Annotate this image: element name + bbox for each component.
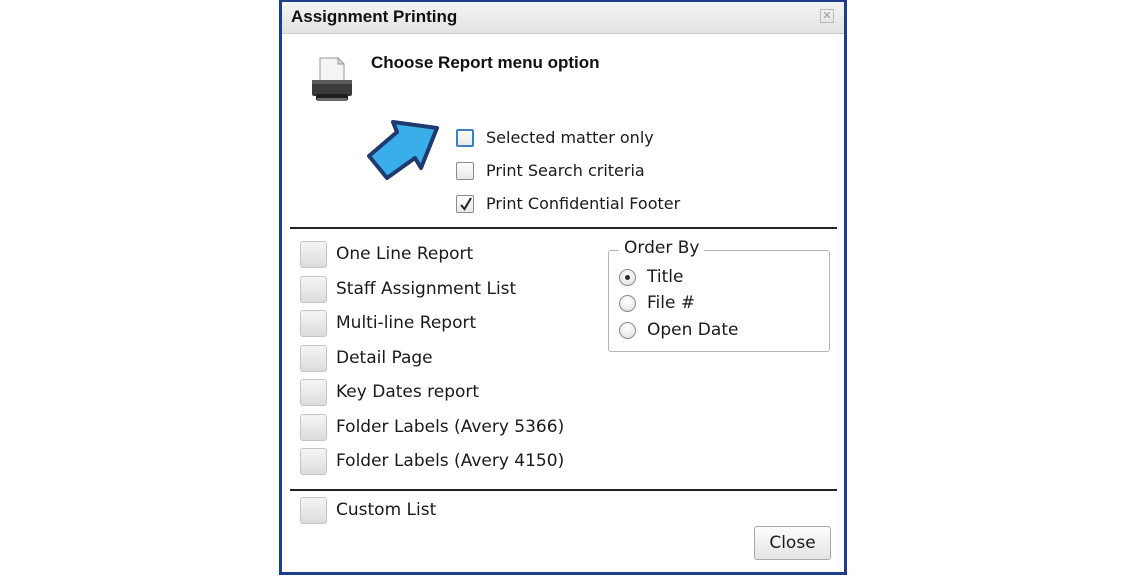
report-toggle[interactable] [300, 497, 327, 524]
divider [290, 227, 837, 229]
close-button[interactable]: Close [754, 526, 831, 560]
report-label: Multi-line Report [336, 313, 477, 333]
radio-label: Title [647, 267, 684, 287]
report-label: One Line Report [336, 244, 474, 264]
title-bar: Assignment Printing ✕ [282, 2, 844, 34]
divider [290, 489, 837, 491]
radio-button[interactable] [619, 295, 636, 312]
blue-arrow-icon [365, 118, 445, 184]
report-toggle[interactable] [300, 345, 327, 372]
report-toggle[interactable] [300, 310, 327, 337]
option-label: Print Search criteria [486, 161, 645, 180]
print-search-criteria-checkbox[interactable] [456, 162, 474, 180]
report-label: Custom List [336, 500, 437, 520]
selected-matter-checkbox[interactable] [456, 129, 474, 147]
window-title: Assignment Printing [291, 7, 458, 26]
order-by-title: Order By [619, 238, 705, 258]
close-icon[interactable]: ✕ [820, 9, 834, 23]
radio-label: Open Date [647, 320, 739, 340]
radio-button[interactable] [619, 322, 636, 339]
report-toggle[interactable] [300, 448, 327, 475]
checkmark-icon [460, 197, 472, 211]
radio-selected-dot [625, 275, 630, 280]
radio-button[interactable] [619, 269, 636, 286]
report-label: Folder Labels (Avery 4150) [336, 451, 565, 471]
report-label: Staff Assignment List [336, 279, 517, 299]
report-toggle[interactable] [300, 414, 327, 441]
report-toggle[interactable] [300, 276, 327, 303]
report-label: Key Dates report [336, 382, 480, 402]
dialog-heading: Choose Report menu option [371, 53, 600, 72]
option-label: Selected matter only [486, 128, 654, 147]
print-confidential-footer-checkbox[interactable] [456, 195, 474, 213]
report-label: Detail Page [336, 348, 433, 368]
assignment-printing-dialog: Assignment Printing ✕ Choose Report menu… [279, 0, 847, 575]
radio-label: File # [647, 293, 696, 313]
option-label: Print Confidential Footer [486, 194, 681, 213]
report-toggle[interactable] [300, 241, 327, 268]
report-toggle[interactable] [300, 379, 327, 406]
printer-icon [308, 54, 356, 108]
order-by-group: Order By Title File # Open Date [608, 238, 830, 352]
report-label: Folder Labels (Avery 5366) [336, 417, 565, 437]
